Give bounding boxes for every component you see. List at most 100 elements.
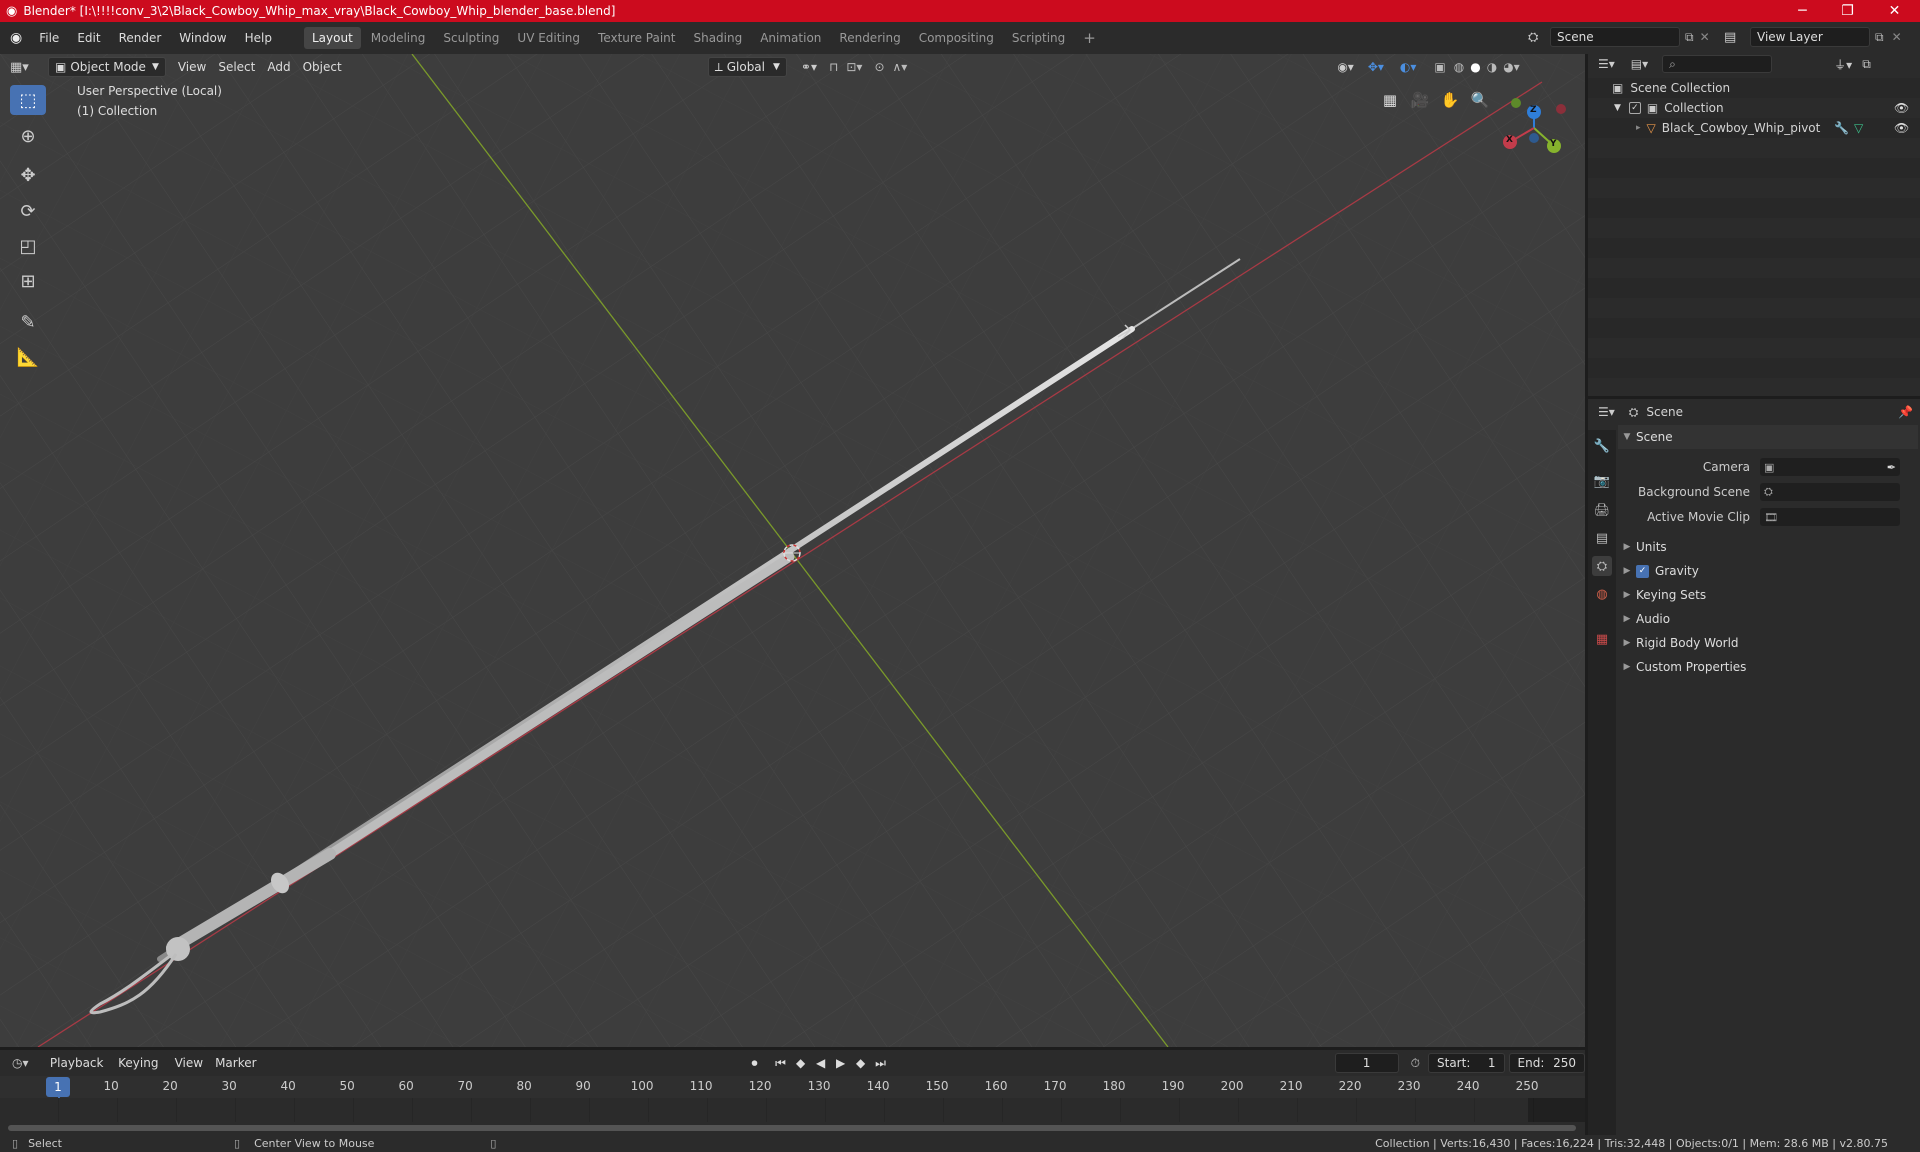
outliner-row-scene-collection[interactable]: ▣ Scene Collection [1588, 78, 1920, 98]
filter-icon[interactable]: ⏚▾ [1834, 56, 1852, 73]
eyedropper-icon[interactable]: ✒ [1887, 461, 1896, 474]
timeline-track-area[interactable] [0, 1098, 1585, 1122]
eye-icon[interactable]: 👁 [1894, 121, 1909, 135]
expand-icon[interactable]: ▸ [1636, 123, 1641, 133]
viewport-menu-add[interactable]: Add [261, 57, 296, 77]
timeline-ruler[interactable]: 10 20 30 40 50 60 70 80 90 100 110 120 130 140 150 160 1… [0, 1076, 1585, 1098]
audio-panel[interactable]: ▶ Audio [1618, 607, 1918, 631]
shading-wireframe-icon[interactable]: ◍ [1454, 60, 1464, 74]
view-layer-tab-icon[interactable]: ▤ [1592, 528, 1612, 548]
maximize-button[interactable]: ❐ [1825, 0, 1870, 22]
tab-layout[interactable]: Layout [303, 27, 361, 49]
tab-sculpting[interactable]: Sculpting [435, 27, 507, 49]
viewport-menu-object[interactable]: Object [297, 57, 348, 77]
stopwatch-icon[interactable]: ⏱ [1411, 1056, 1420, 1071]
move-tool[interactable]: ✥ [10, 160, 46, 190]
prev-keyframe-icon[interactable]: ◆ [791, 1053, 811, 1073]
tab-modeling[interactable]: Modeling [363, 27, 434, 49]
jump-start-icon[interactable]: ⏮ [771, 1053, 791, 1073]
snap-icon[interactable]: ⊓ [829, 60, 838, 74]
play-icon[interactable]: ▶ [831, 1053, 851, 1073]
menu-edit[interactable]: Edit [68, 27, 109, 49]
custom-properties-panel[interactable]: ▶ Custom Properties [1618, 655, 1918, 679]
timeline-menu-marker[interactable]: Marker [209, 1053, 262, 1073]
mode-dropdown[interactable]: ▣ Object Mode ▼ [48, 57, 166, 77]
timeline-menu-playback[interactable]: Playback ▾ [44, 1053, 112, 1090]
properties-editor-icon[interactable]: ☰▾ [1598, 405, 1615, 419]
zoom-icon[interactable]: 🔍 [1466, 86, 1494, 114]
scene-field[interactable]: Scene [1550, 27, 1680, 47]
jump-end-icon[interactable]: ⏭ [871, 1053, 891, 1073]
tab-texture-paint[interactable]: Texture Paint [590, 27, 683, 49]
cursor-tool[interactable]: ⊕ [10, 121, 46, 151]
gravity-checkbox[interactable]: ✓ [1636, 564, 1649, 578]
next-keyframe-icon[interactable]: ◆ [851, 1053, 871, 1073]
transform-tool[interactable]: ⊞ [10, 266, 46, 296]
timeline-scrollbar[interactable] [8, 1125, 1576, 1131]
tab-rendering[interactable]: Rendering [831, 27, 908, 49]
gravity-panel[interactable]: ▶ ✓ Gravity [1618, 559, 1918, 583]
timeline-menu-view[interactable]: View [169, 1053, 209, 1073]
menu-help[interactable]: Help [236, 27, 281, 49]
shading-solid-icon[interactable]: ● [1470, 60, 1480, 74]
outliner-row-collection[interactable]: ▼ ✓ ▣ Collection 👁 [1588, 98, 1920, 118]
shading-material-icon[interactable]: ◑ [1487, 60, 1497, 74]
new-view-layer-icon[interactable]: ⧉ [1875, 30, 1884, 45]
viewport-menu-select[interactable]: Select [212, 57, 261, 77]
gizmo-toggle-icon[interactable]: ✥▾ [1368, 60, 1384, 74]
rotate-tool[interactable]: ⟳ [10, 196, 46, 226]
annotate-tool[interactable]: ✎ [10, 307, 46, 337]
pin-icon[interactable]: 📌 [1898, 405, 1913, 419]
view-layer-icon[interactable]: ▤ [1724, 30, 1750, 45]
visibility-icon[interactable]: ◉▾ [1337, 60, 1354, 74]
xray-icon[interactable]: ▣ [1434, 60, 1445, 74]
disclosure-triangle-icon[interactable]: ▼ [1614, 103, 1621, 113]
mesh-data-icon[interactable]: ▽ [1854, 121, 1863, 135]
scale-tool[interactable]: ◰ [10, 231, 46, 261]
scene-icon[interactable]: ⛭ [1528, 30, 1550, 45]
render-tab-icon[interactable]: 📷 [1592, 471, 1612, 491]
rigid-body-world-panel[interactable]: ▶ Rigid Body World [1618, 631, 1918, 655]
tab-shading[interactable]: Shading [685, 27, 750, 49]
outliner-editor-icon[interactable]: ☰▾ [1598, 57, 1615, 71]
texture-tab-icon[interactable]: ▦ [1592, 629, 1612, 649]
background-scene-field[interactable]: ⛭ [1760, 483, 1900, 501]
timeline-editor-icon[interactable]: ◷▾ [12, 1056, 44, 1070]
transform-orientation-dropdown[interactable]: ⟂ Global ▼ [707, 57, 787, 77]
delete-scene-icon[interactable]: ✕ [1700, 30, 1710, 44]
menu-window[interactable]: Window [170, 27, 235, 49]
tab-uv-editing[interactable]: UV Editing [509, 27, 588, 49]
blender-menu-icon[interactable]: ◉ [10, 30, 22, 46]
snap-target-icon[interactable]: ⊡▾ [846, 60, 862, 74]
select-box-tool[interactable]: ⬚ [10, 85, 46, 115]
output-tab-icon[interactable]: 🖨 [1592, 500, 1612, 520]
modifier-wrench-icon[interactable]: 🔧 [1834, 121, 1849, 135]
eye-icon[interactable]: 👁 [1894, 101, 1909, 115]
minimize-button[interactable]: ─ [1780, 0, 1825, 22]
shading-rendered-icon[interactable]: ◕▾ [1503, 60, 1520, 74]
active-movie-clip-field[interactable]: 🎞 [1760, 508, 1900, 526]
new-scene-icon[interactable]: ⧉ [1685, 30, 1694, 45]
perspective-toggle-icon[interactable]: ▦ [1376, 86, 1404, 114]
add-workspace-button[interactable]: + [1075, 27, 1104, 49]
outliner-row-whip[interactable]: ▸ ▽ Black_Cowboy_Whip_pivot 🔧 ▽ 👁 [1588, 118, 1920, 138]
camera-field[interactable]: ▣ ✒ [1760, 458, 1900, 476]
menu-file[interactable]: File [30, 27, 68, 49]
pan-hand-icon[interactable]: ✋ [1436, 86, 1464, 114]
viewport-canvas[interactable] [0, 54, 1585, 1047]
tab-scripting[interactable]: Scripting [1004, 27, 1073, 49]
world-tab-icon[interactable]: ◍ [1592, 584, 1612, 604]
playhead-label[interactable]: 1 [46, 1077, 70, 1097]
outliner[interactable]: ☰▾ ▤▾ ⌕ ⏚▾ ⧉ ▣ Scene Collection ▼ ✓ ▣ Co… [1588, 50, 1920, 396]
pivot-icon[interactable]: ⚭▾ [801, 60, 817, 74]
proportional-edit-icon[interactable]: ⊙ [874, 60, 884, 74]
view-layer-field[interactable]: View Layer [1750, 27, 1870, 47]
units-panel[interactable]: ▶ Units [1618, 535, 1918, 559]
collection-checkbox[interactable]: ✓ [1628, 102, 1641, 114]
scene-panel-header[interactable]: ▼ Scene [1618, 425, 1918, 449]
measure-tool[interactable]: 📐 [10, 342, 46, 372]
close-button[interactable]: ✕ [1872, 0, 1917, 22]
new-collection-icon[interactable]: ⧉ [1862, 57, 1871, 72]
falloff-icon[interactable]: ∧▾ [893, 60, 908, 74]
editor-type-icon[interactable]: ▦▾ [10, 60, 40, 75]
